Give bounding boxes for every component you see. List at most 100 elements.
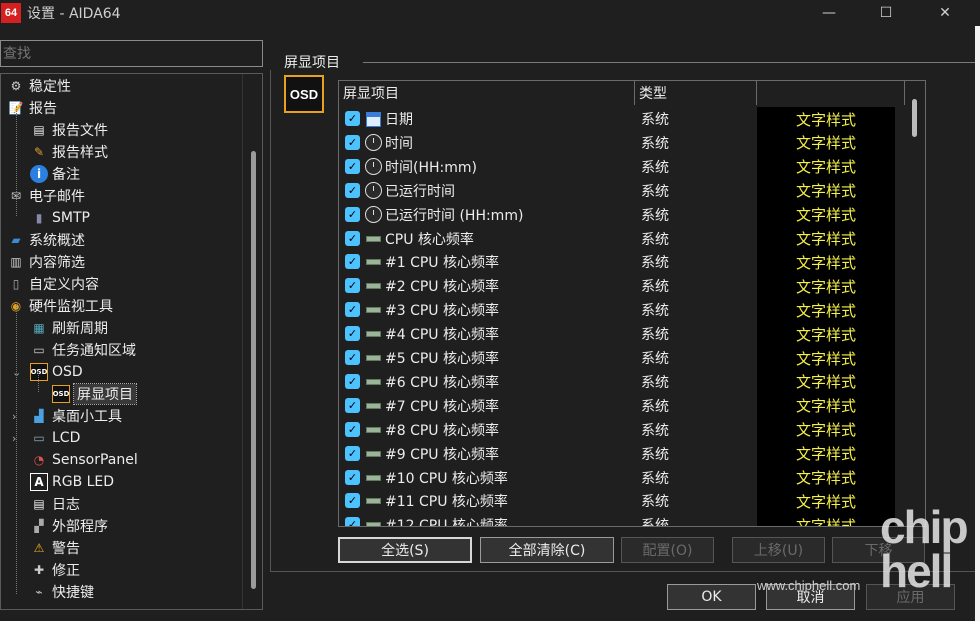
tree-item[interactable]: ✎ 报告样式: [30, 141, 108, 163]
item-checkbox[interactable]: ✓: [345, 302, 360, 318]
list-item[interactable]: ✓ #8 CPU 核心频率 系统 文字样式: [339, 417, 925, 442]
tree-item[interactable]: ▭ LCD: [30, 427, 80, 449]
list-item[interactable]: ✓ #6 CPU 核心频率 系统 文字样式: [339, 369, 925, 394]
list-item[interactable]: ✓ #5 CPU 核心频率 系统 文字样式: [339, 346, 925, 370]
tree-item-label: 日志: [52, 497, 80, 513]
item-style-preview[interactable]: 文字样式: [757, 178, 895, 203]
tree-item[interactable]: ▤ 日志: [30, 493, 80, 515]
tree-item[interactable]: ▭ 任务通知区域: [30, 339, 136, 361]
list-item[interactable]: ✓ 日期 系统 文字样式: [339, 107, 925, 131]
item-style-preview[interactable]: 文字样式: [757, 202, 895, 227]
configure-button[interactable]: 配置(O): [621, 537, 714, 563]
item-checkbox[interactable]: ✓: [345, 158, 360, 174]
calendar-icon: [364, 110, 382, 128]
item-style-preview[interactable]: 文字样式: [757, 154, 895, 179]
tree-item[interactable]: ✚ 修正: [30, 559, 80, 581]
item-checkbox[interactable]: ✓: [345, 230, 360, 246]
item-style-preview[interactable]: 文字样式: [757, 346, 895, 370]
column-header-style[interactable]: [757, 81, 905, 105]
column-header-type[interactable]: 类型: [635, 81, 757, 105]
list-item[interactable]: ✓ #2 CPU 核心频率 系统 文字样式: [339, 274, 925, 299]
item-style-preview[interactable]: 文字样式: [757, 465, 895, 490]
item-style-preview[interactable]: 文字样式: [757, 226, 895, 251]
tree-item[interactable]: ▮ SMTP: [30, 207, 90, 229]
item-style-preview[interactable]: 文字样式: [757, 441, 895, 466]
item-style-preview[interactable]: 文字样式: [757, 489, 895, 514]
list-item[interactable]: ✓ 时间 系统 文字样式: [339, 130, 925, 155]
select-all-button[interactable]: 全选(S): [338, 537, 472, 563]
list-item[interactable]: ✓ 时间(HH:mm) 系统 文字样式: [339, 154, 925, 179]
item-style-preview[interactable]: 文字样式: [757, 417, 895, 442]
list-item[interactable]: ✓ #7 CPU 核心频率 系统 文字样式: [339, 393, 925, 418]
tree-item[interactable]: OSD 屏显项目: [52, 383, 137, 405]
tree-item[interactable]: ▥ 内容筛选: [7, 251, 85, 273]
item-checkbox[interactable]: ✓: [345, 517, 360, 526]
item-checkbox[interactable]: ✓: [345, 182, 360, 198]
tree-item[interactable]: ▤ 报告文件: [30, 119, 108, 141]
item-style-preview[interactable]: 文字样式: [757, 513, 895, 526]
item-checkbox[interactable]: ✓: [345, 397, 360, 413]
tree-item[interactable]: ◔ SensorPanel: [30, 449, 138, 471]
list-item[interactable]: ✓ #12 CPU 核心频率 系统 文字样式: [339, 513, 925, 526]
item-checkbox[interactable]: ✓: [345, 254, 360, 270]
tree-item-label: SensorPanel: [52, 452, 138, 468]
item-checkbox[interactable]: ✓: [345, 469, 360, 485]
tree-item[interactable]: 📝 报告: [7, 97, 57, 119]
item-style-preview[interactable]: 文字样式: [757, 298, 895, 323]
list-item[interactable]: ✓ 已运行时间 系统 文字样式: [339, 178, 925, 203]
item-checkbox[interactable]: ✓: [345, 350, 360, 365]
item-checkbox[interactable]: ✓: [345, 373, 360, 389]
item-checkbox[interactable]: ✓: [345, 445, 360, 461]
tree-item[interactable]: ▦ 刷新周期: [30, 317, 108, 339]
item-style-preview[interactable]: 文字样式: [757, 393, 895, 418]
list-item[interactable]: ✓ #9 CPU 核心频率 系统 文字样式: [339, 441, 925, 466]
item-checkbox[interactable]: ✓: [345, 278, 360, 294]
item-checkbox[interactable]: ✓: [345, 206, 360, 222]
tree-item[interactable]: ◉ 硬件监视工具: [7, 295, 113, 317]
tree-item[interactable]: ▟ 桌面小工具: [30, 405, 122, 427]
tree-item[interactable]: ✉ 电子邮件: [7, 185, 85, 207]
list-item[interactable]: ✓ CPU 核心频率 系统 文字样式: [339, 226, 925, 251]
tree-item[interactable]: ▯ 自定义内容: [7, 273, 99, 295]
list-scrollbar[interactable]: [905, 81, 925, 526]
tree-expander-icon[interactable]: ›: [12, 427, 24, 449]
item-style-preview[interactable]: 文字样式: [757, 107, 895, 131]
tree-item[interactable]: ⚙ 稳定性: [7, 75, 71, 97]
item-style-preview[interactable]: 文字样式: [757, 274, 895, 299]
tree-item[interactable]: A RGB LED: [30, 471, 114, 493]
ok-button[interactable]: OK: [667, 584, 756, 610]
close-button[interactable]: ✕: [922, 0, 968, 26]
column-header-item[interactable]: 屏显项目: [339, 81, 635, 105]
minimize-button[interactable]: —: [806, 0, 852, 26]
list-item[interactable]: ✓ #1 CPU 核心频率 系统 文字样式: [339, 250, 925, 275]
search-input[interactable]: [0, 40, 263, 67]
item-checkbox[interactable]: ✓: [345, 493, 360, 509]
item-style-preview[interactable]: 文字样式: [757, 322, 895, 347]
item-checkbox[interactable]: ✓: [345, 134, 360, 150]
list-item[interactable]: ✓ #4 CPU 核心频率 系统 文字样式: [339, 322, 925, 347]
list-item[interactable]: ✓ #10 CPU 核心频率 系统 文字样式: [339, 465, 925, 490]
item-style-preview[interactable]: 文字样式: [757, 250, 895, 275]
tree-scrollbar-thumb[interactable]: [251, 151, 256, 589]
tree-item[interactable]: ▰ 系统概述: [7, 229, 85, 251]
clear-all-button[interactable]: 全部清除(C): [480, 537, 614, 563]
item-style-preview[interactable]: 文字样式: [757, 369, 895, 394]
tree-item[interactable]: ⌁ 快捷键: [30, 581, 94, 603]
item-checkbox[interactable]: ✓: [345, 326, 360, 342]
tree-expander-icon[interactable]: ⌄: [12, 361, 24, 383]
tree-item[interactable]: ▞ 外部程序: [30, 515, 108, 537]
tree-item[interactable]: ⚠ 警告: [30, 537, 80, 559]
tree-scrollbar[interactable]: [242, 74, 262, 609]
list-item[interactable]: ✓ #11 CPU 核心频率 系统 文字样式: [339, 489, 925, 514]
tree-item[interactable]: i 备注: [30, 163, 80, 185]
list-scrollbar-thumb[interactable]: [912, 99, 917, 137]
maximize-button[interactable]: ☐: [863, 0, 909, 26]
move-up-button[interactable]: 上移(U): [732, 537, 825, 563]
item-checkbox[interactable]: ✓: [345, 111, 360, 126]
tree-expander-icon[interactable]: ›: [12, 405, 24, 427]
list-item[interactable]: ✓ #3 CPU 核心频率 系统 文字样式: [339, 298, 925, 323]
cpu-chip-icon: [364, 469, 382, 487]
list-item[interactable]: ✓ 已运行时间 (HH:mm) 系统 文字样式: [339, 202, 925, 227]
item-checkbox[interactable]: ✓: [345, 421, 360, 437]
item-style-preview[interactable]: 文字样式: [757, 130, 895, 155]
